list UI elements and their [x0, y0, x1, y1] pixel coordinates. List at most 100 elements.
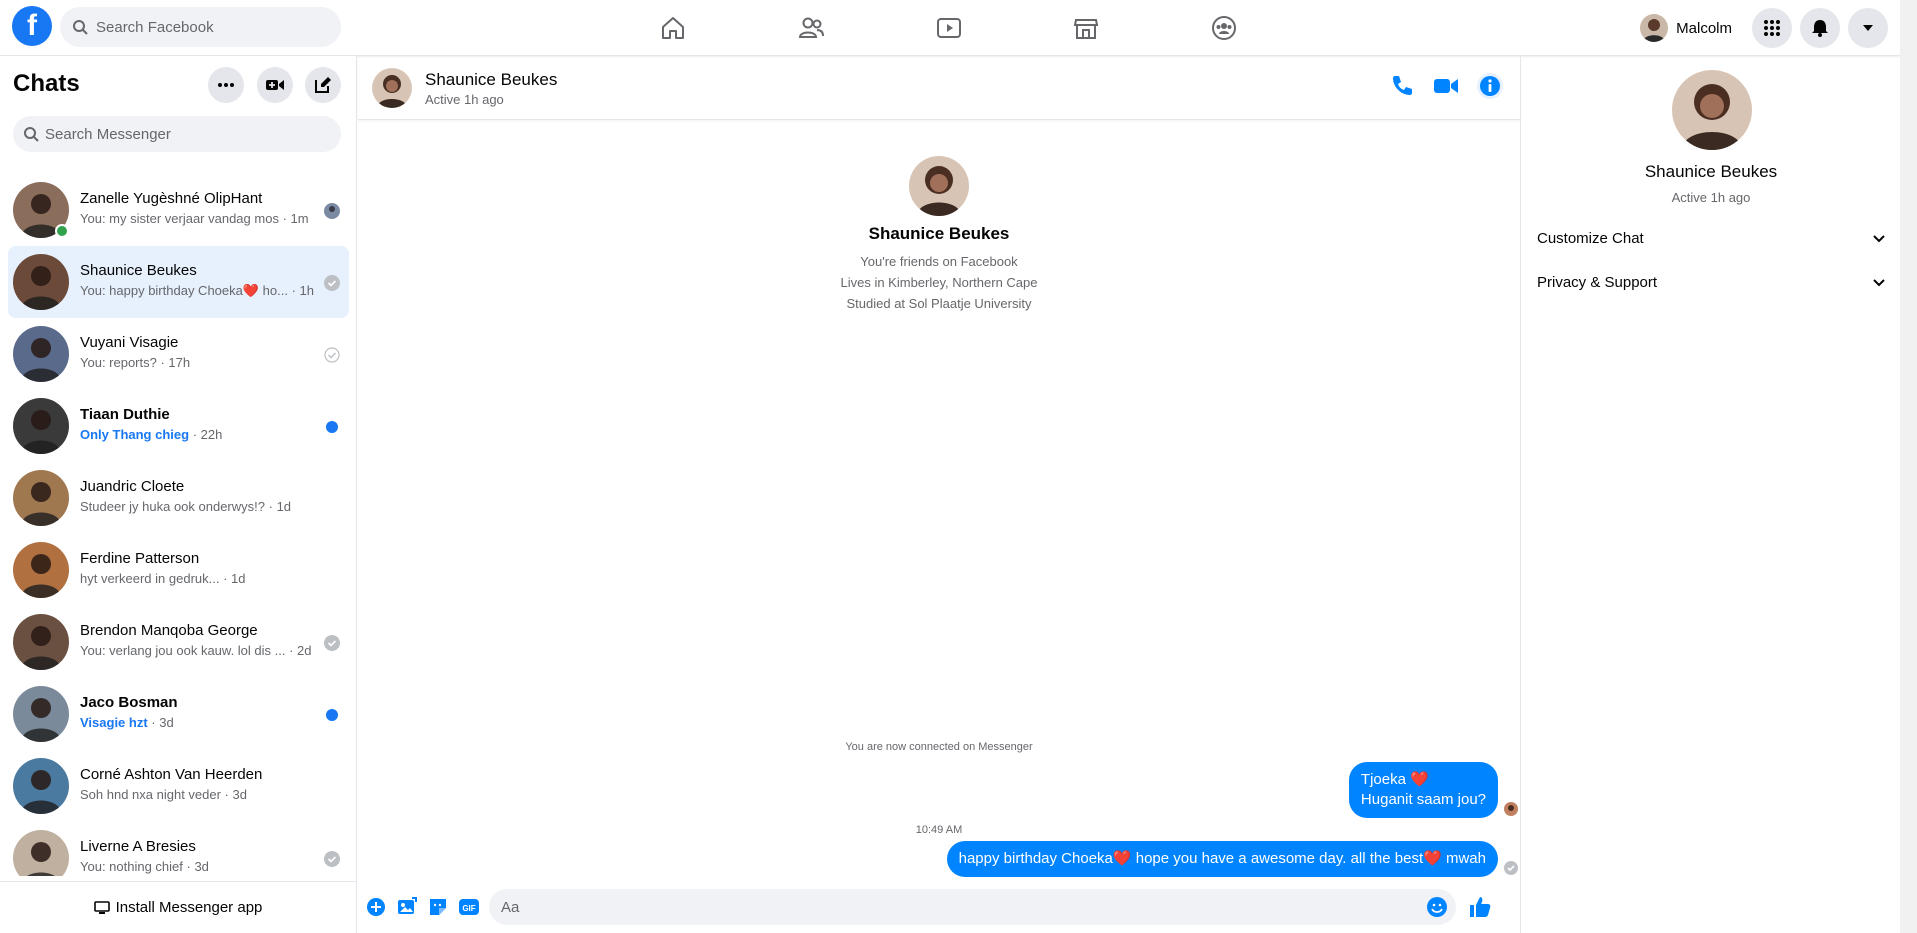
chat-avatar [13, 470, 69, 526]
chat-name: Jaco Bosman [80, 694, 178, 711]
info-status: Active 1h ago [1671, 190, 1751, 205]
chat-preview: You: nothing chief · 3d [80, 859, 209, 874]
chat-avatar [13, 326, 69, 382]
chat-time: 3d [159, 715, 174, 730]
chat-name: Tiaan Duthie [80, 406, 170, 423]
intro-studied-at: Studied at Sol Plaatje University [846, 296, 1032, 311]
delivered-icon [324, 275, 340, 291]
chat-preview: Only Thang chieg · 22h [80, 427, 223, 442]
chat-time: 1m [290, 211, 309, 226]
intro-name: Shaunice Beukes [868, 224, 1010, 243]
message-bubble[interactable]: Tjoeka ❤️ Huganit saam jou? [1348, 762, 1498, 818]
chat-time: 17h [168, 355, 191, 370]
online-indicator [55, 224, 69, 238]
unread-dot [326, 421, 338, 433]
chat-preview: You: happy birthday Choeka❤️ ho... · 1h [80, 283, 314, 298]
groups-icon [1212, 16, 1236, 40]
facebook-logo[interactable]: f [12, 6, 52, 46]
intro-avatar [909, 156, 969, 216]
chat-list-item[interactable]: Zanelle Yugèshné OlipHant You: my sister … [8, 174, 349, 246]
chat-list: Zanelle Yugèshné OlipHant You: my sister … [0, 174, 357, 876]
new-message-button[interactable] [305, 67, 341, 103]
video-camera-icon [266, 80, 284, 90]
nav-watch[interactable] [893, 8, 1005, 48]
search-icon [24, 127, 39, 142]
video-call-icon[interactable] [1432, 72, 1460, 100]
chat-list-item[interactable]: Juandric Cloete Studeer jy huka ook onder… [8, 462, 349, 534]
nav-home[interactable] [617, 8, 729, 48]
grid-menu-icon [1764, 20, 1780, 36]
chat-avatar [13, 398, 69, 454]
plus-icon[interactable] [366, 897, 386, 917]
contact-status: Active 1h ago [425, 92, 504, 107]
delivered-icon [1504, 861, 1518, 875]
contact-avatar[interactable] [372, 68, 412, 108]
messenger-search-input[interactable]: Search Messenger [13, 116, 341, 152]
chat-avatar [13, 830, 69, 876]
nav-friends[interactable] [755, 8, 867, 48]
chat-avatar [13, 758, 69, 814]
info-icon[interactable] [1476, 72, 1504, 100]
nav-groups[interactable] [1168, 8, 1280, 48]
message-bubble[interactable]: happy birthday Choeka❤️ hope you have a … [946, 841, 1498, 877]
chat-time: 2d [297, 643, 312, 658]
message-input[interactable]: Aa [489, 889, 1456, 925]
marketplace-icon [1073, 19, 1099, 39]
chat-list-item[interactable]: Jaco Bosman Visagie hzt · 3d [8, 678, 349, 750]
gif-icon[interactable]: GIF [459, 897, 479, 917]
chat-preview: Visagie hzt · 3d [80, 715, 174, 730]
emoji-icon[interactable] [1426, 896, 1448, 918]
chat-name: Vuyani Visagie [80, 334, 179, 351]
chat-time: 3d [232, 787, 247, 802]
chat-list-item[interactable]: Ferdine Patterson hyt verkeerd in gedruk.… [8, 534, 349, 606]
chat-list-item[interactable]: Liverne A Bresies You: nothing chief · 3d [8, 822, 349, 876]
notifications-button[interactable] [1800, 8, 1840, 48]
delivered-icon [324, 851, 340, 867]
conversation-header: Shaunice Beukes Active 1h ago [358, 56, 1520, 120]
facebook-search-input[interactable]: Search Facebook [60, 7, 341, 47]
chat-name: Ferdine Patterson [80, 550, 200, 567]
watch-icon [937, 18, 961, 38]
chat-list-item[interactable]: Shaunice Beukes You: happy birthday Choek… [8, 246, 349, 318]
chat-list-item[interactable]: Corné Ashton Van Heerden Soh hnd nxa nigh… [8, 750, 349, 822]
compose-icon [315, 77, 331, 93]
chat-list-item[interactable]: Vuyani Visagie You: reports? · 17h [8, 318, 349, 390]
info-avatar[interactable] [1672, 70, 1752, 150]
new-room-button[interactable] [257, 67, 293, 103]
chat-time: 1d [231, 571, 246, 586]
chat-time: 3d [194, 859, 209, 874]
search-icon [73, 20, 88, 35]
chat-options-button[interactable] [208, 67, 244, 103]
topbar-right-actions: Malcolm [1636, 0, 1900, 56]
phone-icon[interactable] [1388, 72, 1416, 100]
conversation-pane: Shaunice Beukes Active 1h ago Shaunice B… [358, 56, 1520, 933]
chat-list-item[interactable]: Tiaan Duthie Only Thang chieg · 22h [8, 390, 349, 462]
chevron-down-icon [1873, 279, 1885, 287]
contact-name[interactable]: Shaunice Beukes [425, 70, 557, 90]
chats-heading: Chats [13, 70, 80, 97]
install-messenger-link[interactable]: Install Messenger app [0, 881, 356, 933]
image-icon[interactable] [397, 897, 417, 917]
sticker-icon[interactable] [428, 897, 448, 917]
chevron-down-icon [1873, 235, 1885, 243]
message-timestamp: 10:49 AM [915, 824, 963, 836]
account-button[interactable] [1848, 8, 1888, 48]
chat-avatar [13, 686, 69, 742]
chat-name: Corné Ashton Van Heerden [80, 766, 263, 783]
chat-preview: You: verlang jou ook kauw. lol dis ... ·… [80, 643, 312, 658]
nav-marketplace[interactable] [1030, 8, 1142, 48]
menu-button[interactable] [1752, 8, 1792, 48]
conversation-actions [1388, 72, 1504, 100]
profile-shortcut[interactable]: Malcolm [1636, 10, 1744, 46]
friends-icon [798, 17, 824, 38]
unread-dot [326, 709, 338, 721]
thumbs-up-icon[interactable] [1468, 895, 1492, 919]
customize-chat-section[interactable]: Customize Chat [1537, 216, 1887, 260]
composer-actions: GIF [366, 897, 479, 917]
privacy-support-section[interactable]: Privacy & Support [1537, 260, 1887, 304]
read-receipt-avatar [1504, 802, 1518, 816]
chat-time: 1d [276, 499, 292, 514]
page-scrollbar[interactable] [1900, 0, 1917, 933]
chat-name: Juandric Cloete [80, 478, 185, 495]
chat-list-item[interactable]: Brendon Manqoba George You: verlang jou o… [8, 606, 349, 678]
